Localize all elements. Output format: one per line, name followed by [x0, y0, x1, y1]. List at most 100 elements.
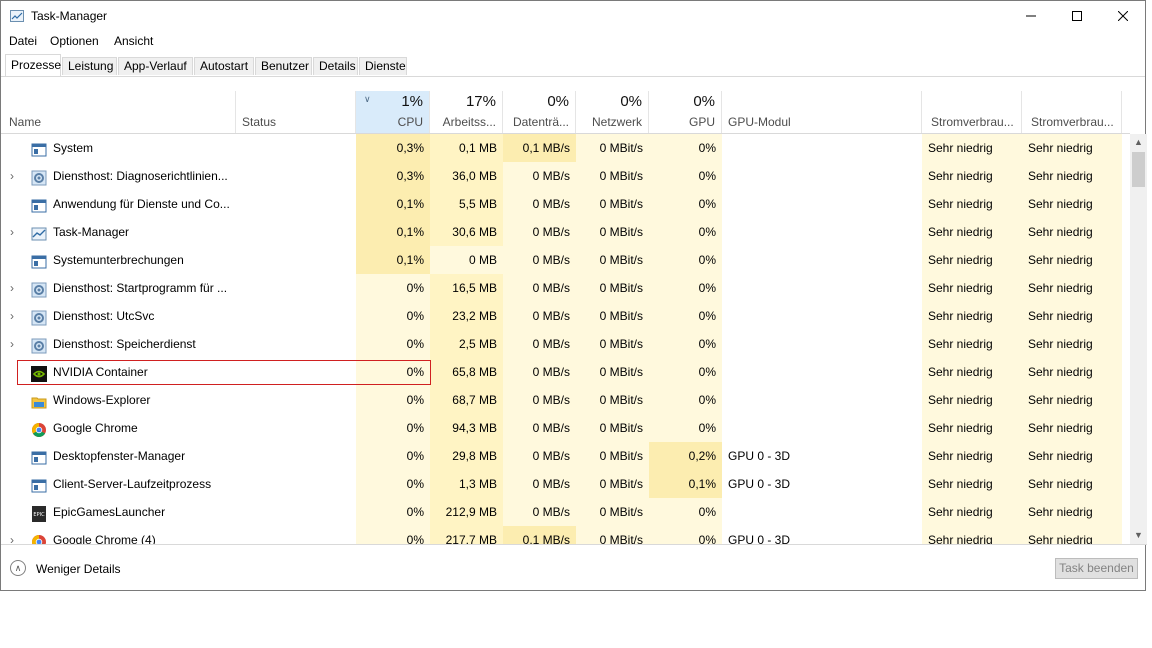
table-row[interactable]: › Diensthost: Diagnoserichtlinien... 0,3% 3…	[1, 162, 1130, 190]
tab-autostart[interactable]: Autostart	[194, 57, 254, 75]
tab-benutzer[interactable]: Benutzer	[255, 57, 312, 75]
process-gpu: 0%	[649, 526, 722, 544]
tab-prozesse[interactable]: Prozesse	[5, 54, 61, 76]
scroll-thumb[interactable]	[1132, 152, 1145, 187]
task-manager-icon	[31, 224, 47, 241]
column-name[interactable]: Name	[1, 91, 236, 133]
process-gpu-engine	[722, 414, 922, 442]
process-disk: 0 MB/s	[503, 442, 576, 470]
process-gpu-engine: GPU 0 - 3D	[728, 477, 791, 491]
process-status	[236, 246, 356, 274]
process-gpu: 0%	[649, 386, 722, 414]
process-network: 0 MBit/s	[576, 218, 649, 246]
scroll-up-icon[interactable]: ▲	[1130, 134, 1147, 151]
chevron-right-icon[interactable]: ›	[10, 218, 14, 246]
gear-icon	[31, 168, 47, 186]
table-row[interactable]: › Diensthost: Speicherdienst 0% 2,5 MB 0 MB/…	[1, 330, 1130, 358]
chevron-right-icon[interactable]: ›	[10, 162, 14, 190]
table-row[interactable]: › Google Chrome (4) 0% 217,7 MB 0,1 MB/s 0 MB…	[1, 526, 1130, 544]
less-details-link[interactable]: Weniger Details	[36, 562, 120, 576]
column-cpu[interactable]: ∨ 1% CPU	[356, 91, 430, 133]
vertical-scrollbar[interactable]: ▲ ▼	[1130, 134, 1147, 544]
process-power: Sehr niedrig	[922, 442, 1022, 470]
table-row[interactable]: Anwendung für Dienste und Co... 0,1% 5,5 M…	[1, 190, 1130, 218]
process-gpu-engine	[722, 386, 922, 414]
process-status	[236, 330, 356, 358]
table-row[interactable]: NVIDIA Container 0% 65,8 MB 0 MB/s 0 MBit/s 0…	[1, 358, 1130, 386]
column-status[interactable]: Status	[236, 91, 356, 133]
column-power[interactable]: Stromverbrau...	[922, 91, 1022, 133]
process-cpu: 0%	[356, 274, 430, 302]
process-gpu: 0%	[649, 246, 722, 274]
process-name: Task-Manager	[53, 225, 130, 239]
title-bar: Task-Manager	[1, 1, 1145, 31]
menu-optionen[interactable]: Optionen	[50, 34, 99, 48]
chevron-right-icon[interactable]: ›	[10, 302, 14, 330]
process-cpu: 0%	[356, 526, 430, 544]
scroll-down-icon[interactable]: ▼	[1130, 527, 1147, 544]
process-name-cell: Desktopfenster-Manager	[1, 442, 236, 470]
process-disk: 0 MB/s	[503, 190, 576, 218]
process-name: Desktopfenster-Manager	[53, 449, 186, 463]
minimize-button[interactable]	[1008, 1, 1054, 31]
column-gpu[interactable]: 0% GPU	[649, 91, 722, 133]
tab-leistung[interactable]: Leistung	[62, 57, 117, 75]
table-row[interactable]: Client-Server-Laufzeitprozess 0% 1,3 MB 0 M…	[1, 470, 1130, 498]
chevron-right-icon[interactable]: ›	[10, 330, 14, 358]
column-network[interactable]: 0% Netzwerk	[576, 91, 649, 133]
process-disk: 0 MB/s	[503, 218, 576, 246]
column-memory[interactable]: 17% Arbeitss...	[430, 91, 503, 133]
process-gpu-engine	[722, 190, 922, 218]
process-name-cell: › Diensthost: Speicherdienst	[1, 330, 236, 358]
process-network: 0 MBit/s	[576, 498, 649, 526]
process-name: Windows-Explorer	[53, 393, 151, 407]
table-row[interactable]: EPIC EpicGamesLauncher 0% 212,9 MB 0 MB/s 0 M…	[1, 498, 1130, 526]
process-disk: 0 MB/s	[503, 358, 576, 386]
chevron-up-icon[interactable]: ∧	[10, 560, 26, 576]
tab-details[interactable]: Details	[313, 57, 358, 75]
minimize-icon	[1026, 15, 1036, 17]
process-disk: 0 MB/s	[503, 246, 576, 274]
menu-datei[interactable]: Datei	[9, 34, 37, 48]
process-power-trend: Sehr niedrig	[1022, 414, 1122, 442]
table-row[interactable]: Systemunterbrechungen 0,1% 0 MB 0 MB/s 0 MBi…	[1, 246, 1130, 274]
process-network: 0 MBit/s	[576, 190, 649, 218]
process-power-trend: Sehr niedrig	[1022, 442, 1122, 470]
chevron-right-icon[interactable]: ›	[10, 526, 14, 544]
process-name-cell: › Diensthost: Diagnoserichtlinien...	[1, 162, 236, 190]
process-disk: 0 MB/s	[503, 498, 576, 526]
process-status	[236, 302, 356, 330]
process-name-cell: Client-Server-Laufzeitprozess	[1, 470, 236, 498]
process-gpu: 0%	[649, 358, 722, 386]
process-status	[236, 358, 356, 386]
maximize-button[interactable]	[1054, 1, 1100, 31]
process-power-trend: Sehr niedrig	[1022, 498, 1122, 526]
table-row[interactable]: Google Chrome 0% 94,3 MB 0 MB/s 0 MBit/s 0% Se…	[1, 414, 1130, 442]
column-gpu-engine[interactable]: GPU-Modul	[722, 91, 922, 133]
table-row[interactable]: Desktopfenster-Manager 0% 29,8 MB 0 MB/s 0 M…	[1, 442, 1130, 470]
close-button[interactable]	[1100, 1, 1146, 31]
process-power-trend: Sehr niedrig	[1022, 330, 1122, 358]
process-status	[236, 498, 356, 526]
process-memory: 212,9 MB	[430, 498, 503, 526]
process-gpu-engine: GPU 0 - 3D	[728, 533, 791, 544]
process-power: Sehr niedrig	[922, 358, 1022, 386]
table-row[interactable]: System 0,3% 0,1 MB 0,1 MB/s 0 MBit/s 0% Sehr n…	[1, 134, 1130, 162]
column-disk[interactable]: 0% Datenträ...	[503, 91, 576, 133]
table-row[interactable]: › Task-Manager 0,1% 30,6 MB 0 MB/s 0 MBit/s 0%…	[1, 218, 1130, 246]
tab-dienste[interactable]: Dienste	[359, 57, 407, 75]
process-gpu-engine	[722, 218, 922, 246]
folder-icon	[31, 392, 47, 409]
table-row[interactable]: › Diensthost: UtcSvc 0% 23,2 MB 0 MB/s 0 MBit…	[1, 302, 1130, 330]
table-row[interactable]: Windows-Explorer 0% 68,7 MB 0 MB/s 0 MBit/s 0…	[1, 386, 1130, 414]
process-status	[236, 526, 356, 544]
tab-app-verlauf[interactable]: App-Verlauf	[118, 57, 193, 75]
chevron-right-icon[interactable]: ›	[10, 274, 14, 302]
process-memory: 29,8 MB	[430, 442, 503, 470]
end-task-button[interactable]: Task beenden	[1055, 558, 1138, 579]
process-status	[236, 414, 356, 442]
process-gpu: 0%	[649, 302, 722, 330]
column-power-trend[interactable]: Stromverbrau...	[1022, 91, 1122, 133]
table-row[interactable]: › Diensthost: Startprogramm für ... 0% 16,5…	[1, 274, 1130, 302]
menu-ansicht[interactable]: Ansicht	[114, 34, 153, 48]
